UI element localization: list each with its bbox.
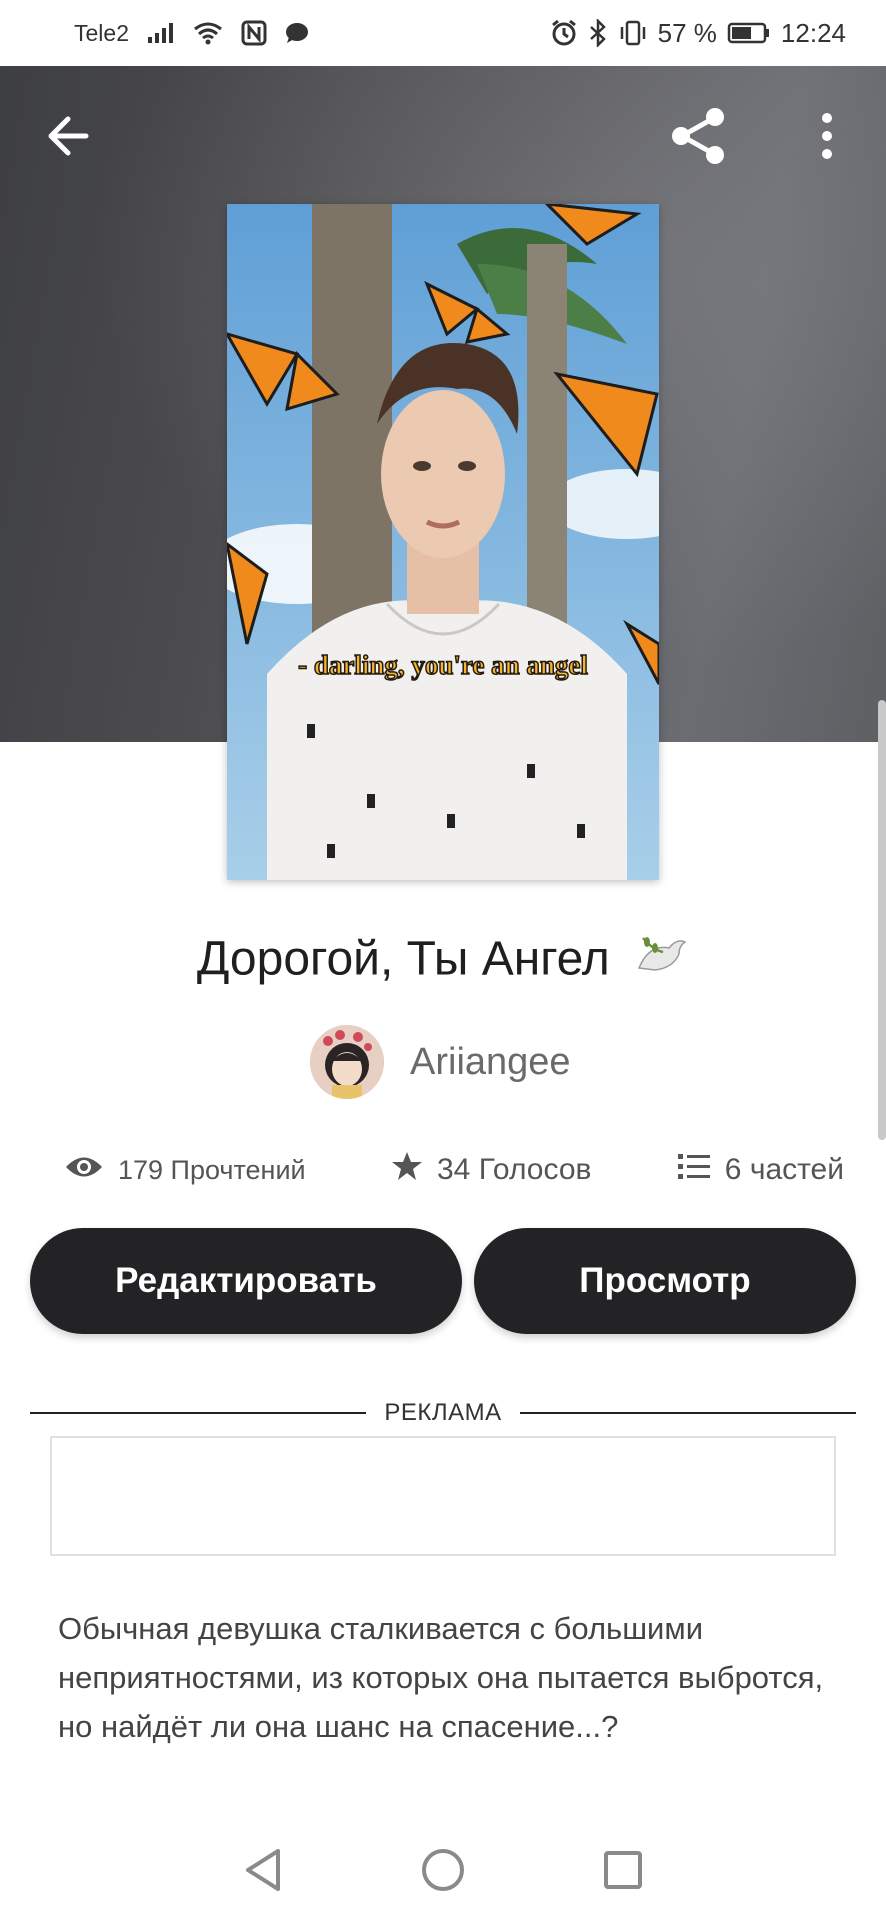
reads-stat: 179 Прочтений (64, 1154, 306, 1187)
clock-time: 12:24 (780, 17, 846, 48)
star-icon (391, 1150, 423, 1190)
edit-button[interactable]: Редактировать (30, 1228, 462, 1334)
author-avatar[interactable] (310, 1025, 384, 1099)
story-stats: 179 Прочтений 34 Голосов 6 частей (64, 1142, 844, 1198)
reads-count: 179 Прочтений (118, 1154, 306, 1185)
eye-icon (64, 1154, 104, 1187)
nav-home-button[interactable] (418, 1845, 468, 1895)
system-nav-bar (0, 1820, 886, 1920)
parts-count: 6 частей (724, 1153, 844, 1186)
more-vertical-icon (822, 113, 832, 159)
scrollbar[interactable] (878, 700, 886, 1140)
story-details-screen: Tele2 57 % 12:24 - darling, you're an an… (0, 0, 886, 1920)
top-action-bar (0, 96, 886, 176)
votes-stat: 34 Голосов (391, 1150, 591, 1190)
wifi-icon (193, 21, 223, 45)
status-right: 57 % 12:24 (550, 18, 846, 49)
story-title-row: Дорогой, Ты Ангел (0, 928, 886, 996)
signal-icon (147, 22, 175, 44)
story-description: Обычная девушка сталкивается с большими … (58, 1611, 824, 1744)
ad-divider-left (30, 1412, 367, 1414)
alarm-icon (550, 19, 578, 47)
ad-divider-right (519, 1412, 857, 1414)
square-recents-icon (604, 1851, 642, 1889)
vibrate-icon (618, 19, 648, 47)
author-row[interactable]: Ariiangee (310, 1024, 571, 1100)
arrow-left-icon (48, 116, 89, 156)
message-icon (285, 22, 309, 44)
status-bar: Tele2 57 % 12:24 (0, 0, 886, 66)
parts-stat: 6 частей (677, 1152, 844, 1188)
author-name[interactable]: Ariiangee (410, 1041, 571, 1084)
carrier-name: Tele2 (74, 19, 129, 46)
circle-home-icon (422, 1849, 464, 1891)
nav-recents-button[interactable] (598, 1845, 648, 1895)
list-icon (677, 1152, 711, 1188)
share-icon (672, 108, 724, 164)
ad-header: РЕКЛАМА (30, 1396, 857, 1430)
view-button[interactable]: Просмотр (474, 1228, 856, 1334)
nfc-icon (241, 20, 267, 46)
more-options-button[interactable] (810, 108, 844, 164)
status-left: Tele2 (74, 20, 309, 47)
ad-banner[interactable] (50, 1436, 836, 1556)
dove-icon (633, 928, 689, 996)
votes-count: 34 Голосов (436, 1153, 592, 1186)
cover-illustration: - darling, you're an angel (227, 204, 659, 880)
story-title: Дорогой, Ты Ангел (196, 932, 610, 986)
bluetooth-icon (588, 19, 608, 47)
ad-label: РЕКЛАМА (384, 1399, 502, 1426)
cover-caption: - darling, you're an angel (298, 650, 588, 680)
nav-back-button[interactable] (238, 1845, 288, 1895)
battery-percent: 57 % (657, 17, 717, 48)
story-cover[interactable]: - darling, you're an angel (227, 204, 659, 880)
battery-icon (727, 21, 771, 45)
triangle-back-icon (246, 1849, 280, 1891)
share-button[interactable] (664, 102, 732, 170)
back-button[interactable] (40, 108, 96, 164)
